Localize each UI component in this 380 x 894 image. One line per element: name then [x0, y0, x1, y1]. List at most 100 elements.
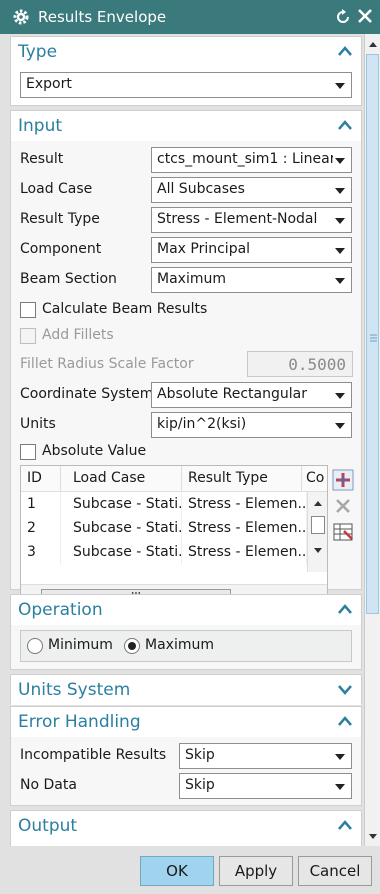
maximum-label: Maximum [145, 637, 214, 653]
output-group: Output [10, 810, 362, 846]
beam-section-label: Beam Section [20, 271, 117, 287]
dropdown-arrow-icon [335, 754, 345, 760]
table-cell-id: 2 [21, 517, 61, 541]
table-scroll-thumb[interactable] [311, 516, 325, 534]
add-fillets-checkbox [20, 328, 36, 344]
dropdown-arrow-icon [335, 393, 345, 399]
scroll-thumb-grip-icon [370, 334, 377, 342]
error-handling-group-header[interactable]: Error Handling [11, 707, 361, 737]
delete-row-icon[interactable] [332, 495, 354, 517]
units-system-group-title: Units System [18, 680, 131, 700]
scroll-up-arrow-icon[interactable] [308, 496, 328, 510]
chevron-up-icon[interactable] [337, 118, 353, 132]
dropdown-arrow-icon [335, 218, 345, 224]
chevron-up-icon[interactable] [337, 44, 353, 58]
scroll-down-arrow-icon[interactable] [365, 828, 380, 844]
coordinate-system-select[interactable]: Absolute Rectangular [151, 382, 352, 408]
no-data-value: Skip [185, 777, 215, 793]
apply-button[interactable]: Apply [219, 856, 293, 886]
dialog-scrollbar[interactable] [364, 34, 380, 846]
dropdown-arrow-icon [335, 83, 345, 89]
operation-group: Operation Minimum Maximum [10, 594, 362, 670]
type-group-header[interactable]: Type [11, 37, 361, 67]
table-cell-id: 1 [21, 493, 61, 517]
no-data-select[interactable]: Skip [179, 773, 352, 799]
chevron-down-icon[interactable] [337, 682, 353, 696]
units-select-value: kip/in^2(ksi) [157, 416, 247, 432]
beam-section-select[interactable]: Maximum [151, 267, 352, 293]
chevron-up-icon[interactable] [337, 714, 353, 728]
table-vertical-scrollbar[interactable] [307, 492, 327, 572]
operation-radio-box: Minimum Maximum [20, 630, 352, 662]
column-header-result-type[interactable]: Result Type [182, 466, 302, 492]
operation-group-header[interactable]: Operation [11, 595, 361, 625]
error-handling-group-body: Incompatible Results Skip No Data Skip [11, 737, 361, 805]
units-system-group-header[interactable]: Units System [11, 675, 361, 705]
result-select[interactable]: ctcs_mount_sim1 : Linear_s [151, 147, 352, 173]
component-label: Component [20, 241, 102, 257]
no-data-label: No Data [20, 777, 77, 793]
dropdown-arrow-icon [335, 188, 345, 194]
result-label: Result [20, 151, 64, 167]
scroll-down-arrow-icon[interactable] [308, 544, 328, 558]
incompatible-results-select[interactable]: Skip [179, 743, 352, 769]
output-group-header[interactable]: Output [11, 811, 361, 841]
error-handling-group-title: Error Handling [18, 712, 141, 732]
coordinate-system-select-value: Absolute Rectangular [157, 386, 307, 402]
input-group-title: Input [18, 116, 63, 136]
add-fillets-label: Add Fillets [42, 327, 114, 343]
incompatible-results-label: Incompatible Results [20, 747, 167, 763]
operation-group-body: Minimum Maximum [11, 625, 361, 669]
table-cell-load-case: Subcase - Stati... [61, 493, 182, 517]
title-bar: Results Envelope [0, 0, 380, 34]
button-bar: OK Apply Cancel [0, 846, 380, 894]
input-group-header[interactable]: Input [11, 111, 361, 141]
units-system-group: Units System [10, 674, 362, 705]
table-cell-result-type: Stress - Elemen... [182, 517, 307, 541]
reset-icon[interactable] [334, 8, 352, 26]
results-table: ID Load Case Result Type Co 1 Subcase - … [20, 465, 328, 611]
units-select[interactable]: kip/in^2(ksi) [151, 412, 352, 438]
error-handling-group: Error Handling Incompatible Results Skip… [10, 706, 362, 806]
column-header-id[interactable]: ID [21, 466, 61, 492]
add-row-icon[interactable] [332, 469, 354, 491]
dropdown-arrow-icon [335, 158, 345, 164]
type-group-body: Export [11, 67, 361, 105]
maximum-radio[interactable] [124, 638, 140, 654]
component-select[interactable]: Max Principal [151, 237, 352, 263]
dialog-scroll-thumb[interactable] [366, 54, 379, 614]
type-group: Type Export [10, 36, 362, 106]
column-header-load-case[interactable]: Load Case [61, 466, 182, 492]
operation-group-title: Operation [18, 600, 103, 620]
coordinate-system-label: Coordinate System [20, 386, 154, 402]
output-group-title: Output [18, 816, 78, 836]
calculate-beam-results-checkbox[interactable] [20, 302, 36, 318]
result-type-select[interactable]: Stress - Element-Nodal [151, 207, 352, 233]
calculate-beam-results-label: Calculate Beam Results [42, 301, 208, 317]
type-select[interactable]: Export [20, 72, 352, 98]
minimum-label: Minimum [48, 637, 113, 653]
result-type-select-value: Stress - Element-Nodal [157, 211, 318, 227]
load-case-select[interactable]: All Subcases [151, 177, 352, 203]
close-icon[interactable] [356, 7, 374, 25]
result-type-label: Result Type [20, 211, 100, 227]
load-case-label: Load Case [20, 181, 93, 197]
dropdown-arrow-icon [335, 423, 345, 429]
results-envelope-dialog: Results Envelope Type Export Input Resul… [0, 0, 380, 894]
ok-button[interactable]: OK [140, 856, 214, 886]
absolute-value-checkbox[interactable] [20, 444, 36, 460]
units-label: Units [20, 416, 56, 432]
table-cell-load-case: Subcase - Stati... [61, 541, 182, 565]
chevron-up-icon[interactable] [337, 602, 353, 616]
table-options-icon[interactable] [332, 521, 354, 543]
input-group: Input Result ctcs_mount_sim1 : Linear_s … [10, 110, 362, 611]
minimum-radio[interactable] [27, 638, 43, 654]
dropdown-arrow-icon [335, 784, 345, 790]
load-case-select-value: All Subcases [157, 181, 245, 197]
table-cell-id: 3 [21, 541, 61, 565]
scroll-up-arrow-icon[interactable] [365, 36, 380, 52]
chevron-up-icon[interactable] [337, 818, 353, 832]
fillet-radius-field: 0.5000 [247, 351, 353, 377]
cancel-button[interactable]: Cancel [298, 856, 372, 886]
column-header-co[interactable]: Co [302, 466, 327, 492]
